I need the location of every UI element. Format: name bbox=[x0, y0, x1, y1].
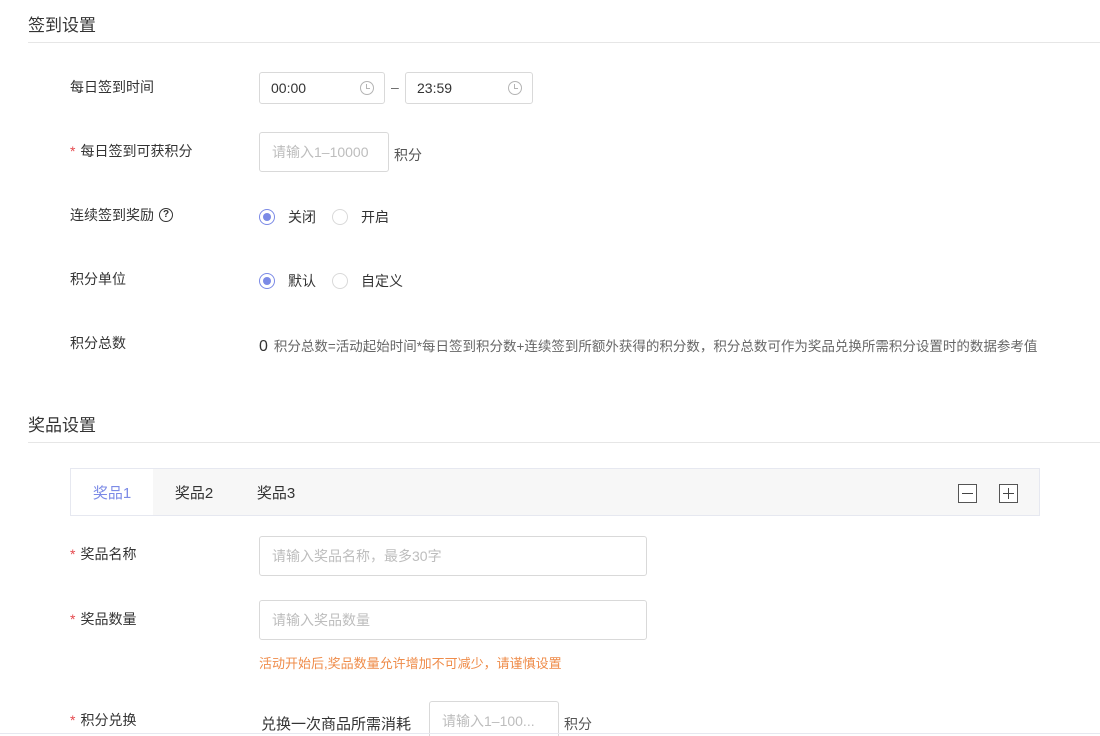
radio-label: 自定义 bbox=[361, 273, 403, 289]
tab-prize-1[interactable]: 奖品1 bbox=[71, 469, 153, 515]
checkin-section-divider bbox=[28, 42, 1100, 43]
daily-time-label-text: 每日签到时间 bbox=[70, 79, 154, 95]
total-points-line: 0 积分总数=活动起始时间*每日签到积分数+连续签到所额外获得的积分数，积分总数… bbox=[259, 335, 1037, 356]
points-exchange-input[interactable] bbox=[429, 701, 559, 736]
total-points-label-text: 积分总数 bbox=[70, 335, 126, 351]
radio-streak-on[interactable]: 开启 bbox=[332, 207, 389, 227]
radio-dot bbox=[259, 273, 275, 289]
points-exchange-label-text: 积分兑换 bbox=[80, 712, 137, 728]
points-exchange-label: * 积分兑换 bbox=[70, 710, 136, 730]
daily-points-input[interactable] bbox=[259, 132, 389, 172]
plus-icon-vertical bbox=[1007, 488, 1010, 499]
point-unit-radio-group: 默认 自定义 bbox=[259, 271, 419, 291]
remove-prize-button[interactable] bbox=[958, 484, 977, 503]
prize-name-label-text: 奖品名称 bbox=[80, 546, 137, 562]
clock-icon bbox=[508, 81, 522, 95]
end-time-picker[interactable]: 23:59 bbox=[405, 72, 533, 104]
required-mark: * bbox=[70, 611, 76, 627]
page: 签到设置 每日签到时间 00:00 – 23:59 * 每日签到可获积分 积分 … bbox=[0, 0, 1100, 736]
points-exchange-prefix: 兑换一次商品所需消耗 bbox=[261, 716, 412, 733]
prize-tabs: 奖品1 奖品2 奖品3 bbox=[70, 468, 1040, 516]
clock-icon bbox=[360, 81, 374, 95]
streak-reward-radio-group: 关闭 开启 bbox=[259, 207, 405, 227]
start-time-value: 00:00 bbox=[271, 80, 307, 96]
time-range-separator: – bbox=[391, 79, 399, 95]
streak-reward-label: 连续签到奖励 ? bbox=[70, 205, 173, 225]
required-mark: * bbox=[70, 712, 76, 728]
radio-streak-off[interactable]: 关闭 bbox=[259, 207, 316, 227]
radio-dot bbox=[332, 273, 348, 289]
help-icon[interactable]: ? bbox=[159, 208, 173, 222]
radio-label: 关闭 bbox=[288, 209, 316, 225]
required-mark: * bbox=[70, 143, 76, 159]
checkin-section-title: 签到设置 bbox=[28, 16, 96, 35]
total-points-label: 积分总数 bbox=[70, 333, 126, 353]
points-exchange-unit: 积分 bbox=[564, 716, 592, 732]
start-time-picker[interactable]: 00:00 bbox=[259, 72, 385, 104]
radio-label: 默认 bbox=[288, 273, 316, 289]
bottom-divider bbox=[0, 733, 1100, 734]
prize-quantity-input[interactable] bbox=[259, 600, 647, 640]
radio-unit-default[interactable]: 默认 bbox=[259, 271, 316, 291]
daily-points-unit: 积分 bbox=[394, 147, 422, 163]
radio-label: 开启 bbox=[361, 209, 389, 225]
point-unit-label: 积分单位 bbox=[70, 269, 126, 289]
radio-dot bbox=[259, 209, 275, 225]
radio-unit-custom[interactable]: 自定义 bbox=[332, 271, 403, 291]
tab-prize-3[interactable]: 奖品3 bbox=[235, 469, 317, 515]
prize-name-label: * 奖品名称 bbox=[70, 544, 136, 564]
total-points-value: 0 bbox=[259, 338, 268, 355]
prize-quantity-hint: 活动开始后,奖品数量允许增加不可减少，请谨慎设置 bbox=[259, 656, 562, 671]
prize-quantity-label-text: 奖品数量 bbox=[80, 611, 137, 627]
daily-time-label: 每日签到时间 bbox=[70, 77, 154, 97]
prize-name-input[interactable] bbox=[259, 536, 647, 576]
prize-quantity-label: * 奖品数量 bbox=[70, 609, 136, 629]
end-time-value: 23:59 bbox=[417, 80, 453, 96]
daily-points-label: * 每日签到可获积分 bbox=[70, 141, 192, 161]
minus-icon bbox=[962, 492, 973, 495]
radio-dot bbox=[332, 209, 348, 225]
tab-prize-2[interactable]: 奖品2 bbox=[153, 469, 235, 515]
total-points-description: 积分总数=活动起始时间*每日签到积分数+连续签到所额外获得的积分数，积分总数可作… bbox=[273, 339, 1038, 354]
point-unit-label-text: 积分单位 bbox=[70, 271, 126, 287]
prize-section-divider bbox=[28, 442, 1100, 443]
daily-points-label-text: 每日签到可获积分 bbox=[80, 143, 193, 159]
streak-reward-label-text: 连续签到奖励 bbox=[70, 207, 154, 223]
add-prize-button[interactable] bbox=[999, 484, 1018, 503]
prize-section-title: 奖品设置 bbox=[28, 416, 96, 435]
required-mark: * bbox=[70, 546, 76, 562]
